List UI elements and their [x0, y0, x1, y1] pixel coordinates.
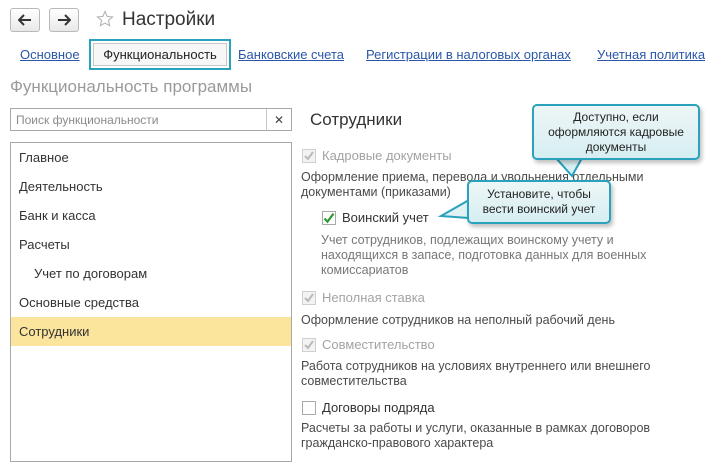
- callout-1-pointer: [553, 157, 584, 178]
- callout-voinskiy: Установите, чтобы вести воинский учет: [467, 180, 611, 224]
- callout-pointers: [437, 157, 584, 220]
- callout-kadrovye: Доступно, если оформляются кадровые доку…: [532, 104, 700, 160]
- callout-2-pointer: [437, 198, 470, 220]
